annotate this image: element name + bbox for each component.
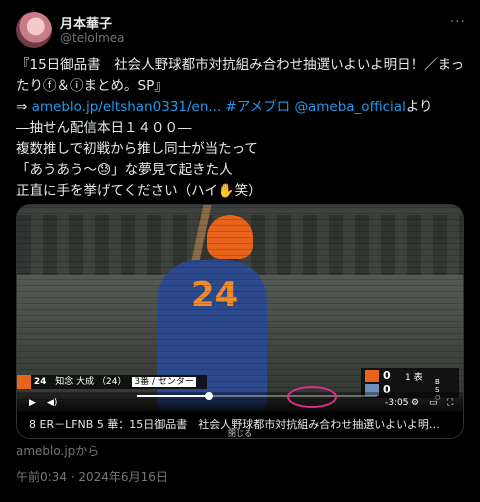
player-name: 知念 大成 — [55, 377, 95, 387]
player-number: 24 — [33, 377, 47, 387]
display-name[interactable]: 月本華子 — [60, 13, 112, 32]
article-link[interactable]: ameblo.jp/eltshan0331/en... — [32, 99, 222, 115]
inning: 1 表 — [405, 373, 423, 383]
card-caption[interactable]: 8 ER－LFNB 5 華：15日御品書 社会人野球都市対抗組み合わせ抽選いよい… — [17, 412, 463, 438]
tweet-line: 複数推しで初戦から推し同士が当たって — [16, 141, 258, 157]
player-age: （24） — [97, 377, 127, 387]
video-controls: ▶ ◀) -3:05 ⚙ ▭ ⛶ — [17, 386, 463, 412]
progress-fill — [137, 395, 209, 397]
team-logo-icon — [17, 375, 31, 389]
tweet-line: 正直に手を挙げてください（ハイ✋笑） — [16, 183, 262, 199]
team-logo-icon — [365, 370, 379, 382]
tweet-line: 「あうあう～😓」な夢見て起きた人 — [16, 162, 233, 178]
timestamp[interactable]: 午前0:34 · 2024年6月16日 — [16, 468, 168, 485]
user-handle[interactable]: @telolmea — [60, 31, 125, 45]
fullscreen-icon[interactable]: ⛶ — [447, 398, 453, 408]
highlight-ring — [287, 386, 337, 408]
tweet-text: 『15日御品書 社会人野球都市対抗組み合わせ抽選いよいよ明日！／まっ たりⓕ＆ⓘ… — [16, 55, 462, 202]
more-options-icon[interactable]: ··· — [450, 14, 466, 30]
tweet-line: たりⓕ＆ⓘまとめ。SP』 — [16, 78, 168, 94]
play-icon[interactable]: ▶ — [29, 398, 36, 408]
team-score: 0 — [383, 369, 391, 382]
progress-bar[interactable] — [137, 386, 377, 408]
mention-link[interactable]: @ameba_official — [294, 99, 405, 115]
tweet-header: 月本華子 @telolmea ··· — [16, 10, 466, 50]
card-source[interactable]: ameblo.jpから — [16, 442, 99, 459]
player-position: 3番 / センター — [132, 377, 196, 387]
tweet-line: ―抽せん配信本日１４００― — [16, 120, 192, 136]
link-suffix: より — [405, 99, 433, 115]
settings-icon[interactable]: ⚙ — [411, 398, 419, 408]
arrow-prefix: ⇒ — [16, 99, 32, 115]
close-label[interactable]: 閉じる — [17, 428, 463, 438]
pip-icon[interactable]: ▭ — [429, 398, 438, 408]
player-info-bar: 24 知念 大成 （24） 3番 / センター — [17, 375, 207, 389]
avatar[interactable] — [16, 12, 52, 48]
tweet-line: 『15日御品書 社会人野球都市対抗組み合わせ抽選いよいよ明日！／まっ — [16, 57, 462, 73]
video-player[interactable]: 24 24 知念 大成 （24） 3番 / センター 0 0 1 表 B S O… — [17, 205, 463, 412]
tweet-line-links: ⇒ ameblo.jp/eltshan0331/en... #アメブロ @ame… — [16, 97, 462, 118]
volume-icon[interactable]: ◀) — [47, 398, 57, 408]
time-remaining: -3:05 — [385, 398, 409, 408]
hashtag-link[interactable]: #アメブロ — [226, 99, 291, 115]
progress-knob[interactable] — [205, 392, 213, 400]
link-card[interactable]: 24 24 知念 大成 （24） 3番 / センター 0 0 1 表 B S O… — [16, 204, 464, 439]
